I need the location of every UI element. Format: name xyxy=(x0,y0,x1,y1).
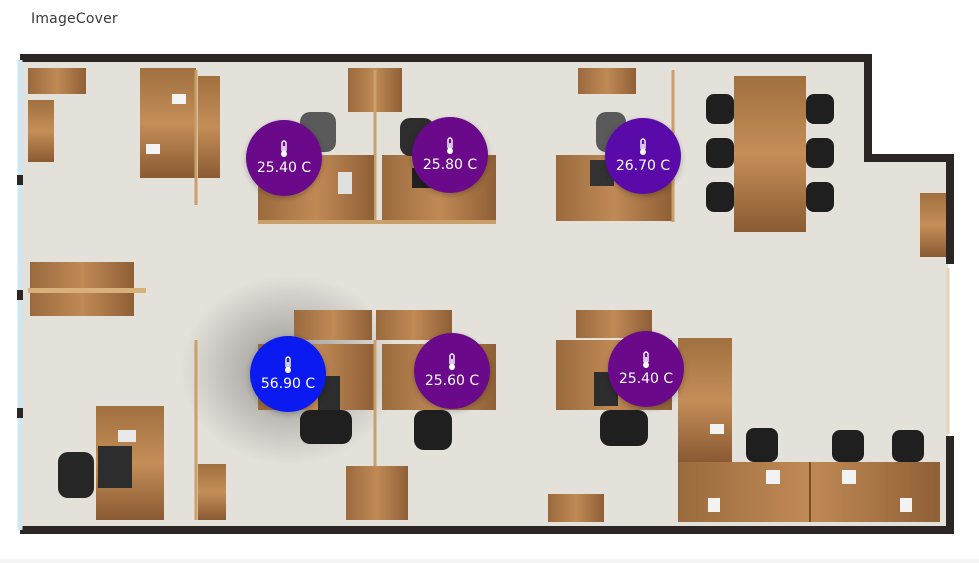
office-floor-plan xyxy=(17,54,954,534)
temperature-marker-4[interactable]: 56.90 C xyxy=(250,336,326,412)
card-bottom-edge xyxy=(0,559,979,563)
thermometer-icon xyxy=(640,138,646,155)
thermometer-icon xyxy=(281,140,287,157)
temperature-value: 25.40 C xyxy=(256,160,312,176)
thermometer-icon xyxy=(449,353,455,370)
thermometer-icon xyxy=(447,137,453,154)
thermometer-icon xyxy=(285,356,291,373)
temperature-value: 25.60 C xyxy=(424,373,480,389)
temperature-marker-3[interactable]: 26.70 C xyxy=(605,118,681,194)
temperature-value: 26.70 C xyxy=(615,158,671,174)
temperature-value: 25.80 C xyxy=(422,157,478,173)
conference-table xyxy=(734,76,806,232)
thermometer-icon xyxy=(643,351,649,368)
temperature-marker-2[interactable]: 25.80 C xyxy=(412,117,488,193)
temperature-value: 56.90 C xyxy=(260,376,316,392)
temperature-marker-1[interactable]: 25.40 C xyxy=(246,120,322,196)
temperature-marker-6[interactable]: 25.40 C xyxy=(608,331,684,407)
temperature-marker-5[interactable]: 25.60 C xyxy=(414,333,490,409)
temperature-value: 25.40 C xyxy=(618,371,674,387)
